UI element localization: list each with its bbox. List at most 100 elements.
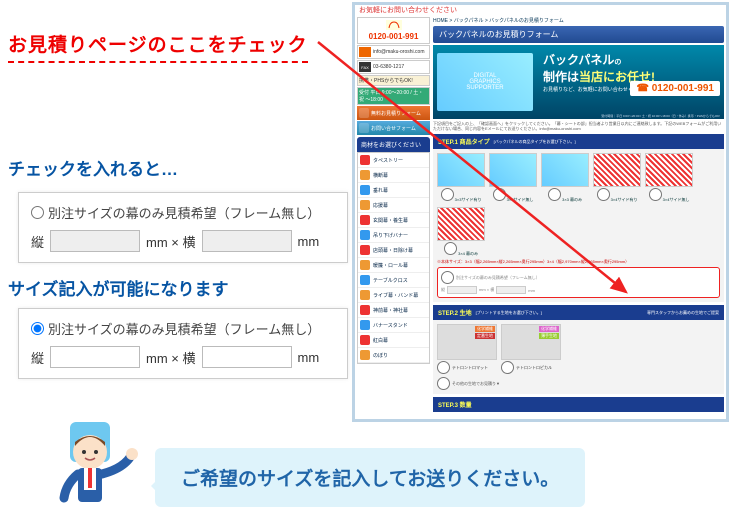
- mail-address: info@maku-oroshi.com: [373, 49, 424, 55]
- mail-icon: [359, 47, 371, 57]
- category-icon: [360, 320, 370, 330]
- category-item[interactable]: 応援幕: [358, 198, 429, 213]
- thumb-label: 3×4サイド有り: [593, 188, 641, 203]
- thumb-label: 3×4 幕のみ: [437, 242, 485, 257]
- category-item[interactable]: 暖簾・ロール幕: [358, 258, 429, 273]
- width-input-disabled: [202, 230, 292, 252]
- product-thumb[interactable]: 3×4サイド無し: [645, 153, 693, 203]
- category-item[interactable]: 横断幕: [358, 168, 429, 183]
- inquiry-form-button[interactable]: お問い合せフォーム: [357, 121, 430, 135]
- step2-header: STEP.2 生地 [プリントする生地をお選び下さい。]専門スタッフからお薦めの…: [433, 305, 724, 320]
- category-item[interactable]: 玄関幕・養生幕: [358, 213, 429, 228]
- thumb-panel: [437, 153, 485, 187]
- height-input[interactable]: [50, 346, 140, 368]
- site-width-input[interactable]: [496, 286, 526, 294]
- fax-number: 03-6380-1217: [373, 64, 404, 70]
- thumb-panel: [645, 153, 693, 187]
- breadcrumb[interactable]: HOME > バックパネル > バックパネルのお見積りフォーム: [433, 17, 724, 24]
- thumb-panel: [489, 153, 537, 187]
- fax-icon: FAX: [359, 62, 371, 72]
- product-thumb[interactable]: 3×3サイド無し: [489, 153, 537, 203]
- category-icon: [360, 335, 370, 345]
- quote-form-button[interactable]: 無料お見積りフォーム: [357, 106, 430, 120]
- label-mm-x-yoko: mm × 横: [146, 348, 195, 367]
- category-list: タペストリー横断幕垂れ幕応援幕玄関幕・養生幕吊り下げバナー店頭幕・日除け幕暖簾・…: [357, 152, 430, 364]
- category-item[interactable]: テーブルクロス: [358, 273, 429, 288]
- custom-size-option-label: 別注サイズの幕のみ見積希望（フレーム無し）: [48, 319, 320, 338]
- fax-note: 携帯・PHSからでもOK!: [359, 77, 413, 84]
- category-icon: [360, 230, 370, 240]
- fabric-1-radio[interactable]: [437, 361, 450, 374]
- product-thumbs: 3×3サイド有り 3×3サイド無し 3×3 幕のみ 3×4サイド有り 3×4サイ…: [437, 153, 720, 257]
- thumb-label: 3×3サイド有り: [437, 188, 485, 203]
- fabric-2[interactable]: 化学繊維薄手生地 テトロントロピカル: [501, 324, 561, 374]
- mail-row[interactable]: info@maku-oroshi.com: [357, 45, 430, 59]
- site-height-input[interactable]: [447, 286, 477, 294]
- product-thumb[interactable]: 3×4サイド有り: [593, 153, 641, 203]
- label-tate: 縦: [31, 348, 44, 367]
- category-item[interactable]: 紅白幕: [358, 333, 429, 348]
- top-note: お気軽にお問い合わせください: [359, 5, 457, 15]
- custom-size-box-disabled: 別注サイズの幕のみ見積希望（フレーム無し） 縦 mm × 横 mm: [18, 192, 348, 263]
- category-item[interactable]: のぼり: [358, 348, 429, 363]
- size-note: ※本体サイズ：3×3（幅2,265mm×縦2,265mm×奥行295mm）3×4…: [437, 259, 720, 265]
- thumb-label: 3×4サイド無し: [645, 188, 693, 203]
- hours-text: 受付 平日 9:00〜20:00 / 土・祝 〜18:00: [359, 89, 428, 103]
- category-icon: [360, 170, 370, 180]
- category-item[interactable]: 垂れ幕: [358, 183, 429, 198]
- thumb-panel: [541, 153, 589, 187]
- label-mm-x-yoko: mm × 横: [146, 232, 195, 251]
- mascot-illustration: [40, 418, 140, 518]
- custom-size-highlighted: 別注サイズの幕のみ見積希望（フレーム無し） 縦mm × 横mm: [437, 267, 720, 298]
- product-thumb[interactable]: 3×4 幕のみ: [437, 207, 485, 257]
- step-1: STEP.1 商品タイプ [バックパネルの商品タイプをお選び下さい。] 3×3サ…: [433, 134, 724, 302]
- step-3: STEP.3 数量: [433, 397, 724, 412]
- callout-check-here: お見積りページのここをチェック: [8, 30, 308, 63]
- product-thumb[interactable]: 3×3サイド有り: [437, 153, 485, 203]
- phone-number: 0120-001-991: [360, 32, 427, 41]
- hero-hours: 受付時間｜平日 9:00〜20:00 / 土・祝 10:00〜18:00（日・休…: [601, 114, 720, 118]
- fax-row: FAX03-6380-1217: [357, 60, 430, 74]
- hero-banner: DIGITALGRAPHICSSUPPORTER バックパネルの 制作は当店にお…: [433, 45, 724, 119]
- hero-tel: ☎ 0120-001-991: [630, 81, 720, 96]
- thumb-panel: [593, 153, 641, 187]
- hero-panel-graphic: DIGITALGRAPHICSSUPPORTER: [437, 53, 533, 111]
- category-icon: [360, 185, 370, 195]
- category-item[interactable]: 神前幕・神社幕: [358, 303, 429, 318]
- fabric-2-radio[interactable]: [501, 361, 514, 374]
- label-mm: mm: [298, 350, 320, 365]
- category-item[interactable]: 吊り下げバナー: [358, 228, 429, 243]
- category-item[interactable]: ライブ幕・バンド幕: [358, 288, 429, 303]
- category-icon: [360, 305, 370, 315]
- custom-size-option-label: 別注サイズの幕のみ見積希望（フレーム無し）: [48, 203, 320, 222]
- custom-size-box-enabled: 別注サイズの幕のみ見積希望（フレーム無し） 縦 mm × 横 mm: [18, 308, 348, 379]
- callout-size-enabled: サイズ記入が可能になります: [8, 275, 229, 300]
- thumb-label: 3×3 幕のみ: [541, 188, 589, 203]
- category-item[interactable]: タペストリー: [358, 153, 429, 168]
- custom-size-radio[interactable]: [31, 206, 44, 219]
- category-icon: [360, 350, 370, 360]
- fabric-1[interactable]: 化学繊維定番生地 テトロントロマット: [437, 324, 497, 374]
- site-custom-radio[interactable]: [441, 271, 454, 284]
- label-mm: mm: [298, 234, 320, 249]
- hours-row: 受付 平日 9:00〜20:00 / 土・祝 〜18:00: [357, 87, 430, 105]
- step-2: STEP.2 生地 [プリントする生地をお選び下さい。]専門スタッフからお薦めの…: [433, 305, 724, 394]
- other-fabric[interactable]: その他の生地でお見積り▼: [437, 377, 720, 390]
- category-item[interactable]: バナースタンド: [358, 318, 429, 333]
- callout-when-checked: チェックを入れると…: [8, 155, 178, 180]
- category-icon: [360, 215, 370, 225]
- category-icon: [360, 155, 370, 165]
- step1-header: STEP.1 商品タイプ [バックパネルの商品タイプをお選び下さい。]: [433, 134, 724, 149]
- label-tate: 縦: [31, 232, 44, 251]
- category-item[interactable]: 店頭幕・日除け幕: [358, 243, 429, 258]
- site-sidebar: 0120-001-991 info@maku-oroshi.com FAX03-…: [357, 17, 430, 364]
- category-icon: [360, 290, 370, 300]
- site-screenshot: お気軽にお問い合わせください 0120-001-991 info@maku-or…: [352, 2, 729, 422]
- category-header: 商材をお選びください: [357, 137, 430, 152]
- height-input-disabled: [50, 230, 140, 252]
- width-input[interactable]: [202, 346, 292, 368]
- custom-size-radio-checked[interactable]: [31, 322, 44, 335]
- tel-box: 0120-001-991: [357, 17, 430, 44]
- category-icon: [360, 245, 370, 255]
- product-thumb[interactable]: 3×3 幕のみ: [541, 153, 589, 203]
